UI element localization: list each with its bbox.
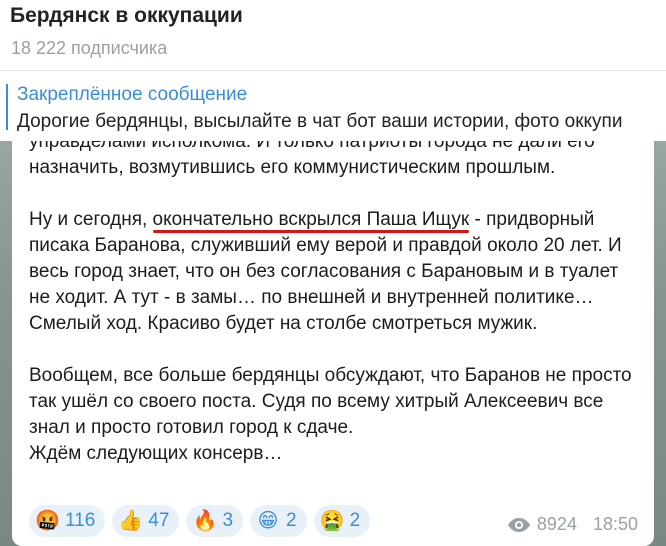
channel-title: Бердянск в оккупации — [10, 4, 243, 27]
reaction-count: 47 — [148, 510, 170, 531]
channel-header[interactable]: Бердянск в оккупации 18 222 подписчика — [0, 0, 666, 70]
message-bubble[interactable]: управделами исполкома. И только патриоты… — [12, 141, 654, 546]
reaction-count: 2 — [286, 510, 297, 531]
message-text: управделами исполкома. И только патриоты… — [29, 141, 639, 467]
message-p3: Вообщем, все больше бердянцы обсуждают, … — [29, 365, 632, 438]
reactions-bar: 🤬 116 👍 47 🔥 3 😁 2 🤮 2 — [29, 505, 371, 539]
pinned-title: Закреплённое сообщение — [17, 84, 248, 105]
vomiting-face-icon: 🤮 — [319, 510, 345, 532]
reaction-fire[interactable]: 🔥 3 — [186, 505, 244, 537]
pinned-text: Дорогие бердянцы, высылайте в чат бот ва… — [17, 111, 623, 132]
pinned-accent-bar — [6, 84, 8, 130]
message-time: 18:50 — [592, 514, 638, 534]
highlighted-phrase: окончательно вскрылся Паша Ищук — [152, 209, 470, 230]
message-p4: Ждём следующих консерв… — [29, 443, 283, 464]
view-count: 8924 — [536, 514, 577, 534]
message-p2-before: Ну и сегодня, — [29, 209, 153, 230]
message-p1-line1: управделами исполкома. И только патриоты… — [29, 141, 595, 152]
thumbs-up-icon: 👍 — [118, 510, 144, 532]
message-p1-line2: назначить, возмутившись его коммунистиче… — [29, 157, 556, 178]
reaction-thumbs-up[interactable]: 👍 47 — [112, 505, 180, 537]
grinning-face-icon: 😁 — [257, 510, 279, 532]
reaction-count: 2 — [349, 510, 361, 531]
subscriber-count: 18 222 подписчика — [11, 38, 168, 58]
message-meta: 8924 18:50 — [507, 514, 638, 535]
reaction-count: 3 — [222, 510, 234, 531]
eye-icon — [507, 517, 530, 532]
reaction-count: 116 — [65, 510, 96, 531]
angry-face-icon: 🤬 — [35, 510, 60, 532]
fire-icon: 🔥 — [192, 510, 218, 532]
message-paragraph-1: управделами исполкома. И только патриоты… — [29, 141, 639, 181]
message-paragraph-2: Ну и сегодня, окончательно вскрылся Паша… — [29, 207, 639, 337]
reaction-angry[interactable]: 🤬 116 — [29, 505, 106, 537]
reaction-vomit[interactable]: 🤮 2 — [313, 505, 371, 537]
message-paragraph-3: Вообщем, все больше бердянцы обсуждают, … — [29, 363, 639, 467]
pinned-message-bar[interactable]: Закреплённое сообщение Дорогие бердянцы,… — [0, 70, 666, 142]
reaction-grin[interactable]: 😁 2 — [250, 505, 307, 537]
